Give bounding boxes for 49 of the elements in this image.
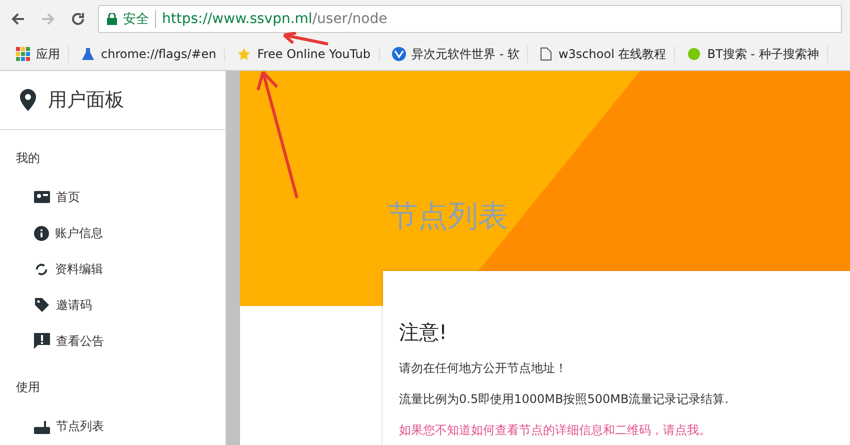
apps-grid-icon <box>16 47 30 61</box>
reload-icon <box>70 11 86 27</box>
lock-icon <box>107 13 117 25</box>
sidebar-item[interactable]: 邀请码 <box>0 287 225 323</box>
page-icon <box>540 47 552 61</box>
notice-title: 注意! <box>399 319 448 346</box>
sync-icon <box>34 262 49 276</box>
scrollbar[interactable] <box>225 71 240 445</box>
info-icon <box>34 226 49 240</box>
sidebar-item[interactable]: 节点列表 <box>0 408 225 444</box>
sidebar-item[interactable]: 首页 <box>0 179 225 215</box>
feedback-icon <box>34 333 50 349</box>
address-bar[interactable]: 安全 https://www.ssvpn.ml/user/node <box>98 5 842 33</box>
id-card-icon <box>34 190 50 204</box>
bookmark[interactable]: 应用 <box>8 46 69 62</box>
notice-text: 请勿在任何地方公开节点地址！ <box>399 360 568 377</box>
bookmark-label: Free Online YouTub <box>257 47 371 61</box>
notice-text: 流量比例为0.5即使用1000MB按照500MB流量记录记录结算. <box>399 391 730 408</box>
bookmark-label: chrome://flags/#en <box>101 47 216 61</box>
ball-icon <box>687 47 702 61</box>
flask-icon <box>81 47 95 61</box>
bookmark-label: w3school 在线教程 <box>558 46 666 62</box>
url-host: https://www.ssvpn.ml <box>162 11 312 27</box>
circle-logo-icon <box>392 47 406 61</box>
bookmark[interactable]: chrome://flags/#en <box>73 47 226 61</box>
forward-arrow-icon <box>40 11 56 27</box>
section-label: 我的 <box>15 150 41 167</box>
bookmark[interactable]: BT搜索 - 种子搜索神 <box>679 46 828 62</box>
url-path: /user/node <box>312 11 388 27</box>
location-pin-icon <box>20 89 36 111</box>
section-label: 使用 <box>15 379 41 396</box>
secure-label: 安全 <box>123 10 156 28</box>
sidebar-title: 用户面板 <box>48 88 124 113</box>
bookmark[interactable]: Free Online YouTub <box>229 47 380 61</box>
bookmark-label: BT搜索 - 种子搜索神 <box>707 46 819 62</box>
bookmark[interactable]: 异次元软件世界 - 软 <box>384 46 528 62</box>
page-heading: 节点列表 <box>388 198 508 236</box>
sidebar-item[interactable]: 资料编辑 <box>0 251 225 287</box>
router-icon <box>34 418 50 434</box>
back-arrow-icon <box>10 11 26 27</box>
bookmark-label: 异次元软件世界 - 软 <box>412 46 520 62</box>
sidebar-item[interactable]: 查看公告 <box>0 323 225 359</box>
sidebar-item[interactable]: 账户信息 <box>0 215 225 251</box>
annotation-arrow <box>280 32 330 46</box>
tag-icon <box>34 297 50 313</box>
star-icon <box>237 47 252 61</box>
help-link[interactable]: 如果您不知道如何查看节点的详细信息和二维码，请点我。 <box>399 422 834 439</box>
bookmark-label: 应用 <box>36 46 60 62</box>
bookmark[interactable]: w3school 在线教程 <box>532 46 676 62</box>
